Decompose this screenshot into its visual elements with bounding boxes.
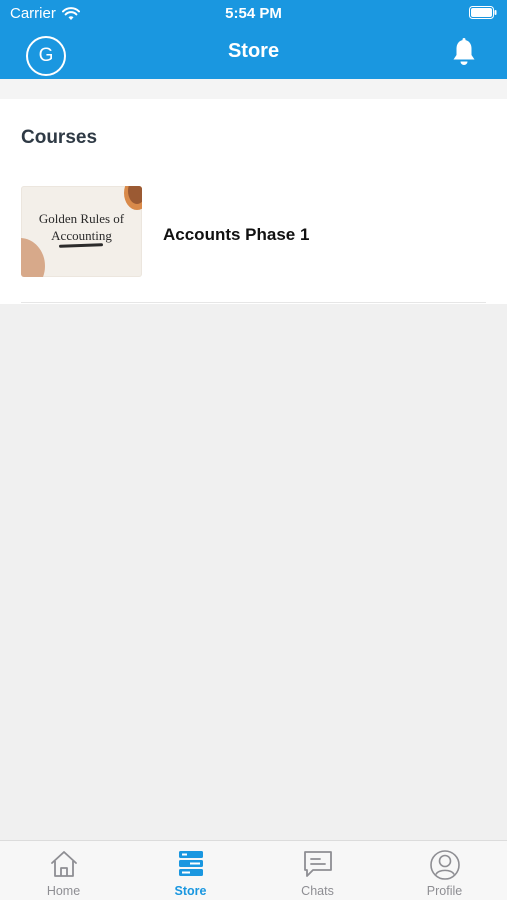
chat-icon: [303, 851, 332, 877]
status-bar: Carrier 5:54 PM: [0, 0, 507, 28]
header: Carrier 5:54 PM G Store: [0, 0, 507, 79]
home-icon: [50, 851, 77, 877]
content-spacer: [0, 79, 507, 99]
courses-card: Courses Golden Rules of Accounting Accou…: [0, 99, 507, 304]
courses-heading: Courses: [21, 127, 98, 148]
page-title: Store: [227, 40, 280, 62]
nav-bar: G Store: [0, 28, 507, 79]
thumbnail-text-line2: Accounting: [51, 228, 112, 243]
status-time: 5:54 PM: [225, 5, 282, 22]
course-list-item[interactable]: Golden Rules of Accounting Accounts Phas…: [0, 185, 507, 285]
app-screen: Carrier 5:54 PM G Store Courses Golden R…: [0, 0, 507, 900]
tab-chats[interactable]: Chats: [254, 841, 381, 900]
tab-home-label: Home: [46, 884, 81, 898]
course-thumbnail[interactable]: Golden Rules of Accounting: [21, 186, 142, 277]
bottom-tab-bar: Home Store Chats Profile: [0, 840, 507, 900]
thumbnail-text-line1: Golden Rules of: [38, 211, 125, 226]
tab-chats-label: Chats: [301, 884, 334, 898]
battery-icon: [469, 6, 497, 19]
store-icon: [178, 851, 203, 876]
tab-home[interactable]: Home: [0, 841, 127, 900]
list-divider: [21, 302, 486, 303]
tab-store[interactable]: Store: [127, 841, 254, 900]
tab-store-label: Store: [174, 884, 207, 898]
profile-icon: [429, 850, 460, 880]
notification-bell-icon[interactable]: [451, 38, 477, 66]
thumbnail-text: Golden Rules of Accounting: [21, 210, 142, 244]
course-title[interactable]: Accounts Phase 1: [163, 225, 309, 245]
tab-profile-label: Profile: [426, 884, 463, 898]
thumbnail-underline: [58, 243, 104, 248]
tab-profile[interactable]: Profile: [381, 841, 507, 900]
